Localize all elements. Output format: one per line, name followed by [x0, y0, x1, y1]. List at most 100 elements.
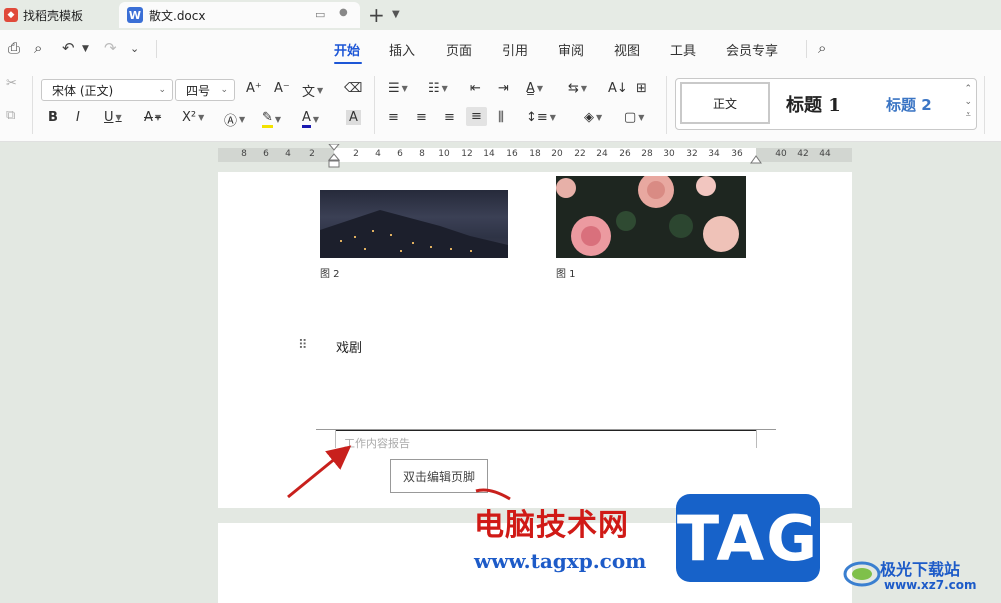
ruler-tick: 16	[506, 149, 518, 159]
horizontal-ruler[interactable]: 8 6 4 2 2 4 6 8 10 12 14 16 18 20 22 24 26 28 30 32 34 36 40 42…	[218, 144, 852, 168]
image-caption: 图 1	[556, 269, 576, 280]
numbered-list-icon[interactable]: ☷ ▼	[428, 81, 448, 96]
align-right-icon[interactable]: ≡	[444, 110, 455, 125]
chevron-down-icon: ⌄	[158, 85, 166, 95]
show-marks-icon[interactable]: ⊞	[636, 81, 647, 96]
menu-member[interactable]: 会员专享	[726, 40, 778, 59]
style-gallery: 正文 标题 1 标题 2 ⌃ ⌄ ⩡	[675, 78, 977, 130]
style-scroll[interactable]: ⌃ ⌄ ⩡	[964, 83, 972, 122]
undo-icon[interactable]: ↶	[62, 39, 75, 57]
sort-direction-icon[interactable]: ⇆ ▼	[568, 81, 587, 96]
menu-page[interactable]: 页面	[446, 40, 472, 59]
style-heading-1[interactable]: 标题 1	[786, 91, 841, 117]
phonetic-icon[interactable]: 文 ▼	[302, 81, 323, 100]
grow-font-icon[interactable]: A⁺	[246, 81, 262, 96]
search-icon[interactable]: ⌕	[818, 39, 826, 57]
sort-icon[interactable]: A↓	[608, 81, 628, 96]
text-direction-icon[interactable]: A̳ ▼	[526, 81, 543, 96]
tab-docer[interactable]: ◆ 找稻壳模板	[0, 2, 115, 28]
ruler-tick: 24	[596, 149, 608, 159]
justify-icon[interactable]: ≡	[466, 107, 487, 126]
tag-logo-icon: TAG	[676, 494, 820, 582]
tab-label: 散文.docx	[149, 8, 206, 23]
line-spacing-icon[interactable]: ↕≡ ▼	[526, 110, 556, 125]
more-icon[interactable]: ⌄	[130, 42, 139, 55]
strikethrough-icon[interactable]: A ▼	[144, 110, 161, 125]
align-center-icon[interactable]: ≡	[416, 110, 427, 125]
paragraph-text[interactable]: 戏剧	[336, 337, 362, 356]
ruler-tick: 14	[483, 149, 495, 159]
menu-view[interactable]: 视图	[614, 40, 640, 59]
border-icon[interactable]: ▢ ▼	[624, 110, 644, 125]
shrink-font-icon[interactable]: A⁻	[274, 81, 290, 96]
ruler-tick: 4	[375, 149, 381, 159]
underline-icon[interactable]: U ▼	[104, 110, 122, 125]
watermark-site-name: 极光下载站	[880, 560, 961, 579]
tab-document[interactable]: W 散文.docx ▭ ●	[119, 2, 360, 28]
ruler-tick: 36	[731, 149, 743, 159]
ruler-tick: 6	[263, 149, 269, 159]
text-effect-icon[interactable]: Ⓐ ▼	[224, 110, 245, 129]
divider	[374, 76, 375, 134]
ruler-tick: 32	[686, 149, 698, 159]
ruler-tick: 4	[285, 149, 291, 159]
bullet-list-icon[interactable]: ☰ ▼	[388, 81, 408, 96]
image-caption: 图 2	[320, 269, 340, 280]
drag-handle-icon[interactable]: ⠿	[298, 338, 307, 353]
indent-marker[interactable]	[328, 144, 340, 170]
increase-indent-icon[interactable]: ⇥	[498, 81, 509, 96]
decrease-indent-icon[interactable]: ⇤	[470, 81, 481, 96]
ruler-tick: 42	[797, 149, 809, 159]
active-tab-indicator	[334, 62, 362, 64]
char-shading-icon[interactable]: A	[346, 110, 361, 125]
ruler-tick: 10	[438, 149, 450, 159]
menu-reference[interactable]: 引用	[502, 40, 528, 59]
italic-icon[interactable]: I	[76, 110, 80, 125]
style-normal[interactable]: 正文	[680, 82, 770, 124]
ruler-tick: 34	[708, 149, 720, 159]
menu-insert[interactable]: 插入	[389, 40, 415, 59]
night-city-image[interactable]	[320, 190, 508, 258]
chevron-down-icon[interactable]: ▼	[82, 44, 89, 54]
watermark-url: www.tagxp.com	[474, 549, 647, 573]
ruler-tick: 30	[663, 149, 675, 159]
font-name-value: 宋体 (正文)	[52, 83, 114, 98]
print-icon[interactable]: ⎙	[8, 39, 20, 57]
ruler-tick: 40	[775, 149, 787, 159]
clear-format-icon[interactable]: ⌫	[344, 81, 362, 96]
menu-review[interactable]: 审阅	[558, 40, 584, 59]
bold-icon[interactable]: B	[48, 110, 58, 125]
screen-icon[interactable]: ▭	[315, 8, 325, 21]
menu-tools[interactable]: 工具	[670, 40, 696, 59]
superscript-icon[interactable]: X² ▼	[182, 110, 204, 125]
chevron-down-icon[interactable]: ▼	[392, 9, 400, 20]
divider	[32, 76, 33, 134]
divider	[156, 40, 157, 58]
new-tab-button[interactable]: +	[368, 3, 385, 27]
align-left-icon[interactable]: ≡	[388, 110, 399, 125]
font-color-icon[interactable]: A ▼	[302, 110, 319, 128]
annotation-arrow-icon	[287, 445, 511, 501]
distribute-icon[interactable]: ⫼	[498, 110, 504, 125]
font-size-select[interactable]: 四号 ⌄	[175, 79, 235, 101]
font-name-select[interactable]: 宋体 (正文) ⌄	[41, 79, 173, 101]
rose-flower-image[interactable]	[556, 176, 746, 258]
divider	[666, 76, 667, 134]
copy-icon[interactable]: ⧉	[6, 108, 15, 123]
ruler-tick: 2	[309, 149, 315, 159]
dot-icon[interactable]: ●	[339, 7, 348, 18]
ruler-tick: 8	[241, 149, 247, 159]
style-heading-2[interactable]: 标题 2	[886, 94, 932, 115]
style-normal-label: 正文	[712, 96, 737, 111]
ruler-tick: 28	[641, 149, 653, 159]
redo-icon[interactable]: ↷	[104, 39, 117, 57]
highlight-icon[interactable]: ✎ ▼	[262, 110, 281, 128]
menu-row: ⎙ ⌕ ↶ ▼ ↷ ⌄ 开始 插入 页面 引用 审阅 视图 工具 会员专享 ⌕	[0, 30, 1001, 68]
print-preview-icon[interactable]: ⌕	[34, 39, 42, 57]
menu-home[interactable]: 开始	[334, 40, 360, 59]
docer-icon: ◆	[4, 8, 18, 22]
right-indent-marker[interactable]	[750, 154, 762, 164]
cut-icon[interactable]: ✂	[6, 76, 17, 91]
shading-icon[interactable]: ◈ ▼	[584, 110, 602, 125]
ribbon-toolbar: ✂ ⧉ 宋体 (正文) ⌄ 四号 ⌄ A⁺ A⁻ 文 ▼ ⌫ B I U ▼ A ▼ …	[0, 68, 1001, 142]
